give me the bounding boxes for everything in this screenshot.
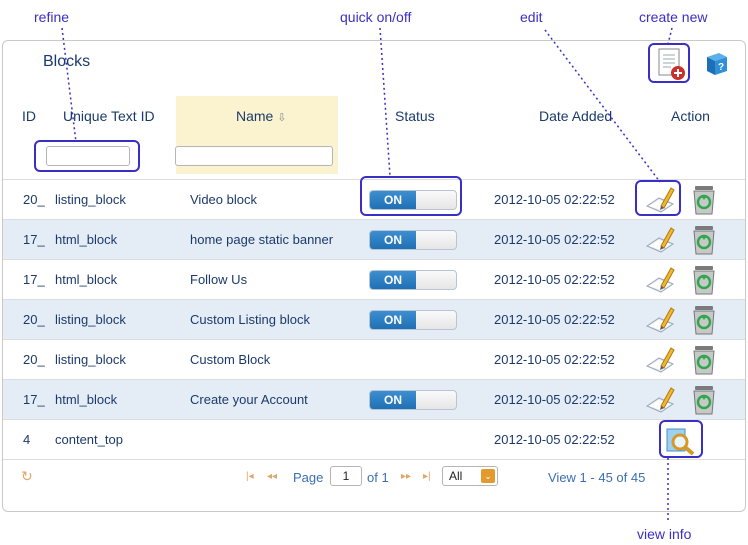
status-toggle[interactable]: ON <box>369 190 457 210</box>
status-toggle-on-label: ON <box>370 191 416 209</box>
prev-page-icon[interactable]: ◂◂ <box>267 471 277 482</box>
delete-recycle-icon[interactable] <box>689 384 719 416</box>
table-row: 4 content_top 2012-10-05 02:22:52 <box>3 419 745 459</box>
page-of-label: of 1 <box>367 470 389 485</box>
column-header-status[interactable]: Status <box>395 108 435 124</box>
pager-bar: ↻ |◂ ◂◂ Page of 1 ▸▸ ▸| All ⌄ View 1 - 4… <box>3 459 745 493</box>
row-unique-text-id: html_block <box>55 232 118 247</box>
column-header-action: Action <box>671 108 710 124</box>
last-page-icon[interactable]: ▸| <box>423 471 431 482</box>
row-name: Custom Block <box>190 352 271 367</box>
row-id: 20_ <box>23 312 45 327</box>
edit-icon[interactable] <box>645 304 675 336</box>
delete-recycle-icon[interactable] <box>689 304 719 336</box>
table-row: 20_ listing_block Custom Listing block ON 20… <box>3 299 745 339</box>
refresh-icon[interactable]: ↻ <box>21 468 33 485</box>
next-page-icon[interactable]: ▸▸ <box>401 471 411 482</box>
column-header-name[interactable]: Name ⇩ <box>236 108 286 124</box>
page-label: Page <box>293 470 324 485</box>
delete-recycle-icon[interactable] <box>689 264 719 296</box>
callout-create-new: create new <box>639 9 708 25</box>
delete-recycle-icon[interactable] <box>689 184 719 216</box>
rows-per-page-select[interactable]: All ⌄ <box>442 466 498 486</box>
row-id: 4 <box>23 432 31 447</box>
row-date-added: 2012-10-05 02:22:52 <box>494 232 615 247</box>
row-unique-text-id: html_block <box>55 392 118 407</box>
row-date-added: 2012-10-05 02:22:52 <box>494 392 615 407</box>
row-id: 20_ <box>23 192 45 207</box>
column-header-date-added[interactable]: Date Added <box>539 108 612 124</box>
table-row: 17_ html_block Follow Us ON 2012-10-05 02:22… <box>3 259 745 299</box>
row-id: 20_ <box>23 352 45 367</box>
row-unique-text-id: listing_block <box>55 352 126 367</box>
row-id: 17_ <box>23 392 45 407</box>
help-book-icon[interactable]: ? <box>703 51 729 77</box>
row-date-added: 2012-10-05 02:22:52 <box>494 272 615 287</box>
row-unique-text-id: html_block <box>55 272 118 287</box>
view-records-info: View 1 - 45 of 45 <box>548 470 646 485</box>
status-toggle-on-label: ON <box>370 391 416 409</box>
status-toggle-on-label: ON <box>370 231 416 249</box>
edit-icon[interactable] <box>645 344 675 376</box>
callout-refine: refine <box>34 9 70 25</box>
status-toggle-on-label: ON <box>370 271 416 289</box>
row-name: Create your Account <box>190 392 308 407</box>
row-date-added: 2012-10-05 02:22:52 <box>494 352 615 367</box>
status-toggle-on-label: ON <box>370 311 416 329</box>
row-date-added: 2012-10-05 02:22:52 <box>494 312 615 327</box>
table-row: 17_ html_block Create your Account ON 2012-1… <box>3 379 745 419</box>
column-header-id[interactable]: ID <box>22 108 36 124</box>
callout-quick-onoff: quick on/off <box>340 9 412 25</box>
create-new-icon[interactable] <box>655 47 687 81</box>
first-page-icon[interactable]: |◂ <box>246 471 254 482</box>
row-name: Video block <box>190 192 257 207</box>
chevron-down-icon: ⌄ <box>481 469 495 483</box>
edit-icon[interactable] <box>645 384 675 416</box>
blocks-panel: Blocks ? ID Unique Text ID Name ⇩ Status… <box>2 40 746 512</box>
table-row: 20_ listing_block Custom Block 2012-10-05 0… <box>3 339 745 379</box>
column-header-unique-text-id[interactable]: Unique Text ID <box>63 108 155 124</box>
row-unique-text-id: content_top <box>55 432 123 447</box>
edit-icon[interactable] <box>645 264 675 296</box>
table-row: 17_ html_block home page static banner ON 20… <box>3 219 745 259</box>
edit-icon[interactable] <box>645 224 675 256</box>
rows-per-page-value: All <box>449 469 463 483</box>
callout-edit: edit <box>520 9 543 25</box>
row-unique-text-id: listing_block <box>55 192 126 207</box>
name-filter-input[interactable] <box>175 146 333 166</box>
svg-text:?: ? <box>718 62 724 73</box>
row-name: Custom Listing block <box>190 312 310 327</box>
status-toggle[interactable]: ON <box>369 230 457 250</box>
row-id: 17_ <box>23 272 45 287</box>
delete-recycle-icon[interactable] <box>689 344 719 376</box>
status-toggle[interactable]: ON <box>369 270 457 290</box>
status-toggle[interactable]: ON <box>369 390 457 410</box>
row-unique-text-id: listing_block <box>55 312 126 327</box>
row-id: 17_ <box>23 232 45 247</box>
status-toggle[interactable]: ON <box>369 310 457 330</box>
row-name: Follow Us <box>190 272 248 287</box>
column-header-name-label: Name <box>236 108 274 124</box>
unique-text-id-filter-input[interactable] <box>46 146 130 166</box>
row-date-added: 2012-10-05 02:22:52 <box>494 432 615 447</box>
sort-arrow-icon: ⇩ <box>277 112 287 124</box>
delete-recycle-icon[interactable] <box>689 224 719 256</box>
page-number-input[interactable] <box>330 466 362 486</box>
edit-icon[interactable] <box>645 184 675 216</box>
table-row: 20_ listing_block Video block ON 2012-10-05 … <box>3 179 745 219</box>
row-name: home page static banner <box>190 232 334 247</box>
view-info-icon[interactable] <box>663 423 697 457</box>
callout-view-info: view info <box>637 526 692 542</box>
panel-title: Blocks <box>43 53 91 70</box>
row-date-added: 2012-10-05 02:22:52 <box>494 192 615 207</box>
